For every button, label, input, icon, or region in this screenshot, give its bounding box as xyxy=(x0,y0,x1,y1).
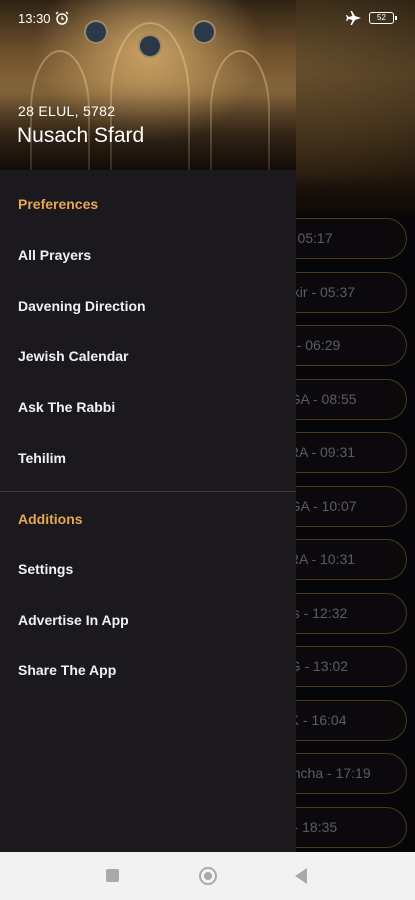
back-icon[interactable] xyxy=(295,868,307,884)
nusach-title: Nusach Sfard xyxy=(17,124,145,147)
airplane-mode-icon xyxy=(346,11,361,25)
status-bar: 13:30 52 xyxy=(0,0,415,36)
section-divider xyxy=(0,491,296,492)
alarm-icon xyxy=(55,11,69,25)
menu-item-all-prayers[interactable]: All Prayers xyxy=(0,235,296,275)
synagogue-window xyxy=(138,34,162,58)
section-label-preferences: Preferences xyxy=(18,196,99,212)
menu-item-ask-the-rabbi[interactable]: Ask The Rabbi xyxy=(0,387,296,427)
menu-item-share-the-app[interactable]: Share The App xyxy=(0,650,296,690)
menu-item-davening-direction[interactable]: Davening Direction xyxy=(0,286,296,326)
home-icon[interactable] xyxy=(199,867,217,885)
menu-item-advertise-in-app[interactable]: Advertise In App xyxy=(0,600,296,640)
menu-item-jewish-calendar[interactable]: Jewish Calendar xyxy=(0,336,296,376)
recents-icon[interactable] xyxy=(106,869,119,882)
system-nav-bar xyxy=(0,852,415,900)
navigation-drawer: 28 ELUL, 5782 Nusach Sfard Preferences A… xyxy=(0,0,296,852)
menu-item-tehilim[interactable]: Tehilim xyxy=(0,438,296,478)
battery-icon: 52 xyxy=(369,12,397,24)
menu-item-settings[interactable]: Settings xyxy=(0,549,296,589)
section-label-additions: Additions xyxy=(18,511,83,527)
hebrew-date: 28 ELUL, 5782 xyxy=(18,103,116,119)
status-time: 13:30 xyxy=(18,11,51,26)
